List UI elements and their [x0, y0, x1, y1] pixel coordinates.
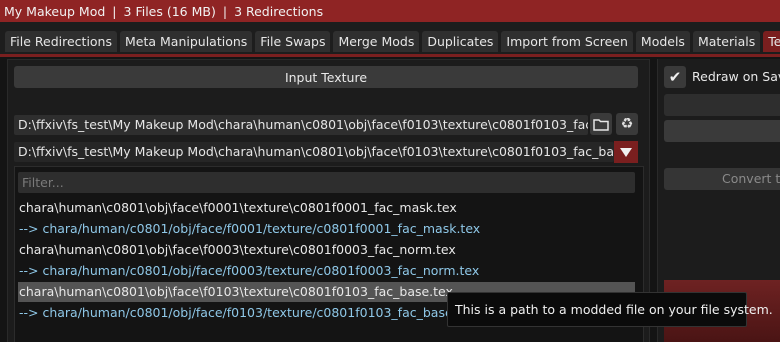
tab-meta-manipulations[interactable]: Meta Manipulations	[120, 31, 253, 52]
tab-import-from-screen[interactable]: Import from Screen	[501, 31, 633, 52]
path-tooltip: This is a path to a modded file on your …	[447, 292, 773, 327]
convert-button[interactable]: Convert to	[664, 168, 780, 190]
tab-bar: File Redirections Meta Manipulations Fil…	[0, 22, 780, 54]
title-separator: |	[222, 3, 228, 19]
filter-input[interactable]: Filter...	[18, 172, 635, 193]
list-item[interactable]: --> chara/human/c0801/obj/face/f0001/tex…	[18, 219, 635, 239]
list-item[interactable]: chara\human\c0801\obj\face\f0003\texture…	[18, 240, 635, 260]
title-bar: My Makeup Mod | 3 Files (16 MB) | 3 Redi…	[0, 0, 780, 22]
tab-materials[interactable]: Materials	[692, 31, 761, 52]
redraw-label: Redraw on Save	[692, 69, 780, 84]
list-item[interactable]: --> chara/human/c0801/obj/face/f0003/tex…	[18, 261, 635, 281]
reset-path-button[interactable]: ♻	[616, 113, 638, 135]
file-count: 3 Files (16 MB)	[123, 3, 216, 19]
redraw-checkbox[interactable]: ✔	[664, 66, 686, 88]
tab-textures[interactable]: Textures	[763, 31, 780, 52]
browse-folder-button[interactable]	[590, 113, 612, 135]
texture-combo[interactable]: D:\ffxiv\fs_test\My Makeup Mod\chara\hum…	[14, 142, 614, 162]
chevron-down-icon	[620, 147, 632, 157]
list-item[interactable]: chara\human\c0801\obj\face\f0001\texture…	[18, 198, 635, 218]
tab-file-swaps[interactable]: File Swaps	[255, 31, 331, 52]
tab-underline	[0, 54, 780, 57]
tab-models[interactable]: Models	[635, 31, 690, 52]
tab-duplicates[interactable]: Duplicates	[422, 31, 499, 52]
title-separator: |	[112, 3, 117, 19]
tab-merge-mods[interactable]: Merge Mods	[333, 31, 420, 52]
input-path-field[interactable]: D:\ffxiv\fs_test\My Makeup Mod\chara\hum…	[14, 115, 588, 135]
tab-file-redirections[interactable]: File Redirections	[5, 31, 117, 52]
output-path-field[interactable]	[664, 94, 780, 116]
folder-icon	[593, 119, 609, 131]
mod-name: My Makeup Mod	[4, 3, 106, 19]
output-button[interactable]	[664, 120, 780, 142]
combo-dropdown-button[interactable]	[614, 141, 638, 163]
input-texture-header[interactable]: Input Texture	[14, 66, 638, 88]
checkmark-icon: ✔	[668, 68, 682, 86]
recycle-icon: ♻	[620, 116, 634, 132]
redirection-count: 3 Redirections	[234, 3, 324, 19]
